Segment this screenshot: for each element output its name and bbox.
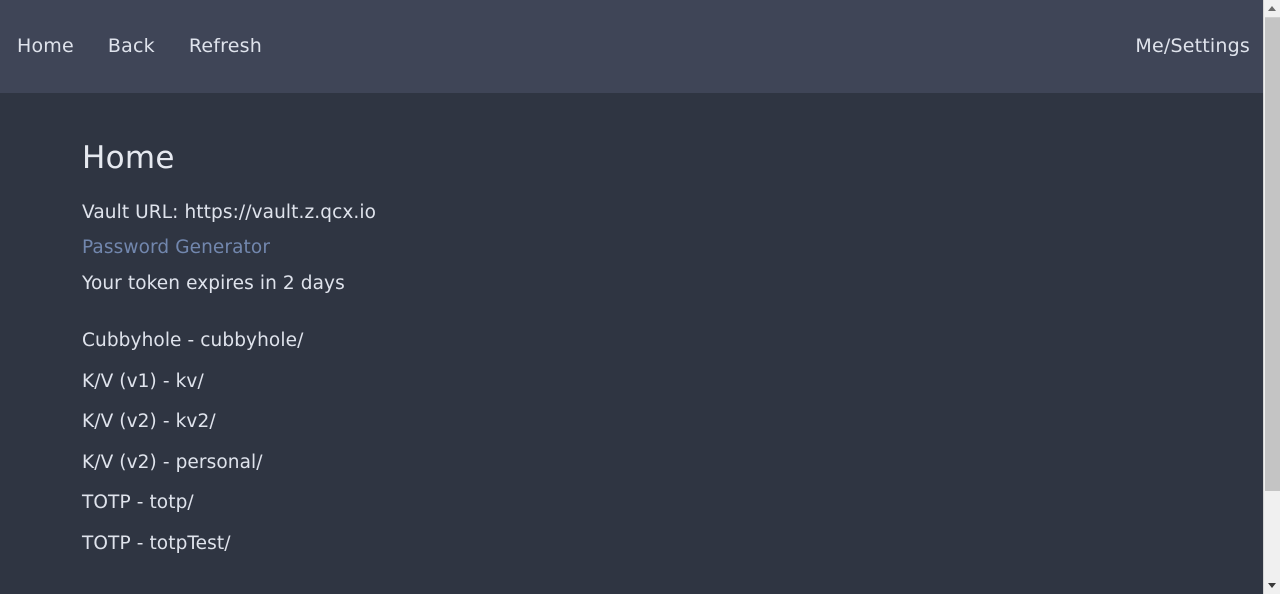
mounts-list: Cubbyhole - cubbyhole/ K/V (v1) - kv/ K/… (82, 332, 1263, 553)
nav-right-group: Me/Settings (1135, 37, 1250, 56)
scroll-up-arrow-icon (1268, 6, 1276, 11)
password-generator-link[interactable]: Password Generator (82, 239, 1263, 258)
list-item[interactable]: K/V (v2) - personal/ (82, 453, 1263, 473)
list-item[interactable]: K/V (v1) - kv/ (82, 372, 1263, 392)
scroll-up-button[interactable] (1264, 0, 1280, 17)
nav-item-back[interactable]: Back (108, 37, 155, 56)
nav-item-refresh[interactable]: Refresh (189, 37, 262, 56)
list-item[interactable]: TOTP - totp/ (82, 494, 1263, 513)
main-content: Home Vault URL: https://vault.z.qcx.io P… (0, 93, 1263, 594)
vault-url-line: Vault URL: https://vault.z.qcx.io (82, 201, 377, 223)
list-item[interactable]: Cubbyhole - cubbyhole/ (82, 332, 1263, 351)
nav-item-home[interactable]: Home (17, 37, 74, 56)
scrollbar-track[interactable] (1264, 491, 1280, 577)
token-expiry-text: Your token expires in 2 days (82, 272, 345, 294)
scroll-down-button[interactable] (1264, 577, 1280, 594)
nav-left-group: Home Back Refresh (17, 37, 296, 56)
page-title: Home (82, 140, 175, 176)
list-item[interactable]: TOTP - totpTest/ (82, 534, 1263, 554)
list-item[interactable]: K/V (v2) - kv2/ (82, 413, 1263, 432)
vertical-scrollbar[interactable] (1263, 0, 1280, 594)
browser-viewport: Home Back Refresh Me/Settings Home Vault… (0, 0, 1263, 594)
scrollbar-thumb[interactable] (1265, 17, 1280, 491)
top-navigation-bar: Home Back Refresh Me/Settings (0, 0, 1263, 93)
scroll-down-arrow-icon (1268, 583, 1276, 588)
nav-item-me-settings[interactable]: Me/Settings (1135, 37, 1250, 56)
